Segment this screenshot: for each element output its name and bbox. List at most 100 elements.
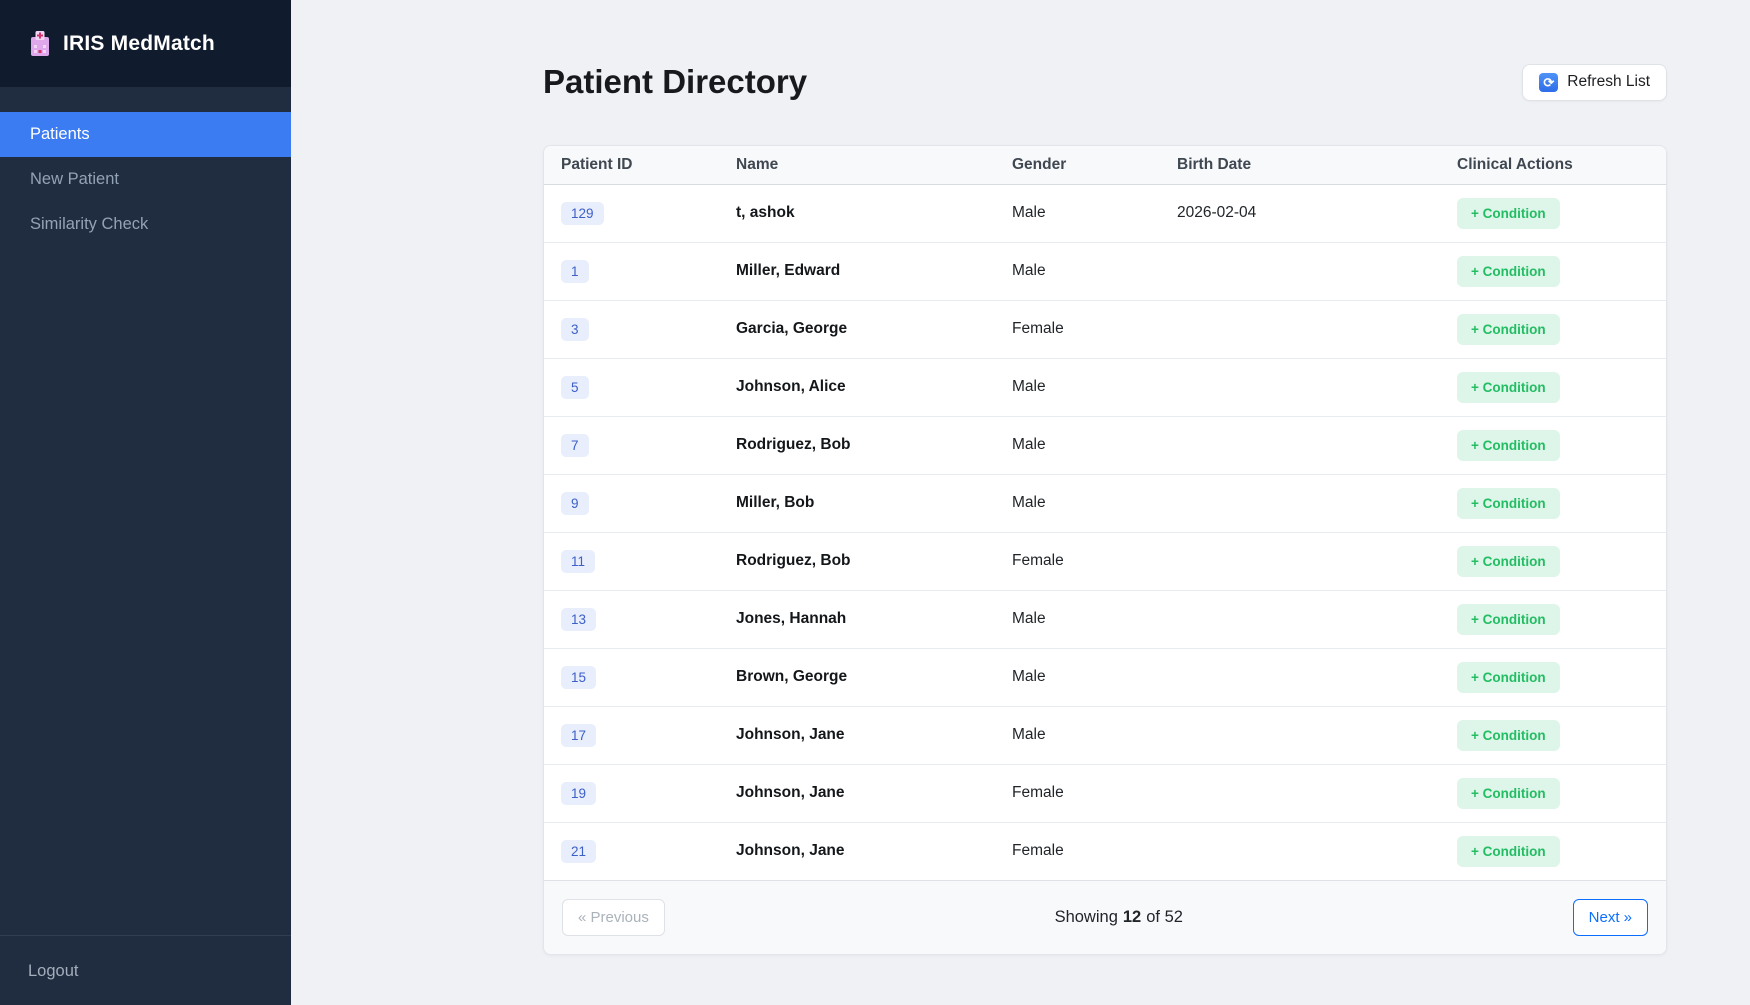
patient-birth-date bbox=[1177, 474, 1457, 532]
patient-table-card: Patient ID Name Gender Birth Date Clinic… bbox=[543, 145, 1667, 955]
sidebar-item-patients[interactable]: Patients bbox=[0, 112, 291, 157]
patient-name: Johnson, Jane bbox=[736, 726, 845, 743]
sidebar-item-similarity-check[interactable]: Similarity Check bbox=[0, 202, 291, 247]
patient-birth-date bbox=[1177, 822, 1457, 880]
patient-gender: Male bbox=[1012, 242, 1177, 300]
patient-name: t, ashok bbox=[736, 204, 795, 221]
sidebar-nav: Patients New Patient Similarity Check bbox=[0, 112, 291, 247]
table-row: 1 Miller, Edward Male + Condition bbox=[544, 242, 1666, 300]
patient-gender: Female bbox=[1012, 764, 1177, 822]
table-row: 11Rodriguez, BobFemale+ Condition bbox=[544, 532, 1666, 590]
table-row: 15Brown, GeorgeMale+ Condition bbox=[544, 648, 1666, 706]
table-row: 19 Johnson, Jane Female + Condition bbox=[544, 764, 1666, 822]
col-birth-date: Birth Date bbox=[1177, 146, 1457, 184]
table-row: 9 Miller, Bob Male + Condition bbox=[544, 474, 1666, 532]
patient-name: Johnson, Jane bbox=[736, 784, 845, 801]
patient-id-badge[interactable]: 11 bbox=[561, 550, 595, 573]
page-header: Patient Directory ⟳ Refresh List bbox=[543, 63, 1667, 101]
patient-gender: Male bbox=[1012, 706, 1177, 764]
hospital-icon bbox=[28, 30, 52, 57]
col-clinical-actions: Clinical Actions bbox=[1457, 146, 1666, 184]
patient-name: Rodriguez, Bob bbox=[736, 436, 851, 453]
add-condition-button[interactable]: + Condition bbox=[1457, 488, 1560, 519]
patient-gender: Male bbox=[1012, 416, 1177, 474]
add-condition-button[interactable]: + Condition bbox=[1457, 546, 1560, 577]
sidebar-item-new-patient[interactable]: New Patient bbox=[0, 157, 291, 202]
patient-gender: Male bbox=[1012, 590, 1177, 648]
table-row: 129 t, ashok Male2026-02-04+ Condition bbox=[544, 184, 1666, 242]
sidebar: IRIS MedMatch Patients New Patient Simil… bbox=[0, 0, 291, 1005]
patient-id-badge[interactable]: 13 bbox=[561, 608, 596, 631]
add-condition-button[interactable]: + Condition bbox=[1457, 198, 1560, 229]
logout-link[interactable]: Logout bbox=[28, 962, 78, 980]
add-condition-button[interactable]: + Condition bbox=[1457, 604, 1560, 635]
patient-birth-date bbox=[1177, 416, 1457, 474]
patient-id-badge[interactable]: 5 bbox=[561, 376, 589, 399]
patient-name: Jones, Hannah bbox=[736, 610, 846, 627]
add-condition-button[interactable]: + Condition bbox=[1457, 430, 1560, 461]
patient-name: Miller, Bob bbox=[736, 494, 814, 511]
patient-table: Patient ID Name Gender Birth Date Clinic… bbox=[544, 146, 1666, 880]
patient-id-badge[interactable]: 129 bbox=[561, 202, 604, 225]
patient-gender: Female bbox=[1012, 532, 1177, 590]
add-condition-button[interactable]: + Condition bbox=[1457, 720, 1560, 751]
add-condition-button[interactable]: + Condition bbox=[1457, 256, 1560, 287]
next-page-button[interactable]: Next » bbox=[1573, 899, 1648, 936]
patient-birth-date bbox=[1177, 706, 1457, 764]
patient-gender: Male bbox=[1012, 648, 1177, 706]
patient-birth-date bbox=[1177, 358, 1457, 416]
page-title: Patient Directory bbox=[543, 63, 807, 101]
patient-name: Garcia, George bbox=[736, 320, 847, 337]
col-name: Name bbox=[736, 146, 1012, 184]
patient-gender: Female bbox=[1012, 822, 1177, 880]
patient-name: Miller, Edward bbox=[736, 262, 840, 279]
patient-id-badge[interactable]: 15 bbox=[561, 666, 596, 689]
patient-birth-date bbox=[1177, 300, 1457, 358]
refresh-list-button[interactable]: ⟳ Refresh List bbox=[1522, 64, 1667, 101]
add-condition-button[interactable]: + Condition bbox=[1457, 372, 1560, 403]
table-row: 7 Rodriguez, Bob Male + Condition bbox=[544, 416, 1666, 474]
pagination-bar: « Previous Showing 12 of 52 Next » bbox=[544, 880, 1666, 954]
patient-name: Johnson, Jane bbox=[736, 842, 845, 859]
table-row: 3 Garcia, George Female + Condition bbox=[544, 300, 1666, 358]
patient-gender: Female bbox=[1012, 300, 1177, 358]
table-row: 13 Jones, Hannah Male + Condition bbox=[544, 590, 1666, 648]
patient-gender: Male bbox=[1012, 184, 1177, 242]
patient-id-badge[interactable]: 19 bbox=[561, 782, 596, 805]
previous-page-button[interactable]: « Previous bbox=[562, 899, 665, 936]
showing-prefix: Showing bbox=[1055, 908, 1118, 927]
app-window: IRIS MedMatch Patients New Patient Simil… bbox=[0, 0, 1750, 1005]
add-condition-button[interactable]: + Condition bbox=[1457, 314, 1560, 345]
patient-birth-date bbox=[1177, 242, 1457, 300]
patient-id-badge[interactable]: 9 bbox=[561, 492, 589, 515]
col-patient-id: Patient ID bbox=[544, 146, 736, 184]
showing-text: Showing 12 of 52 bbox=[665, 908, 1573, 927]
table-header-row: Patient ID Name Gender Birth Date Clinic… bbox=[544, 146, 1666, 184]
patient-gender: Male bbox=[1012, 358, 1177, 416]
add-condition-button[interactable]: + Condition bbox=[1457, 662, 1560, 693]
col-gender: Gender bbox=[1012, 146, 1177, 184]
sidebar-footer: Logout bbox=[0, 935, 291, 1005]
patient-id-badge[interactable]: 17 bbox=[561, 724, 596, 747]
patient-id-badge[interactable]: 21 bbox=[561, 840, 596, 863]
add-condition-button[interactable]: + Condition bbox=[1457, 836, 1560, 867]
patient-birth-date bbox=[1177, 764, 1457, 822]
patient-birth-date bbox=[1177, 590, 1457, 648]
add-condition-button[interactable]: + Condition bbox=[1457, 778, 1560, 809]
patient-birth-date: 2026-02-04 bbox=[1177, 184, 1457, 242]
main-content: Patient Directory ⟳ Refresh List Patient… bbox=[291, 0, 1750, 1005]
patient-id-badge[interactable]: 3 bbox=[561, 318, 589, 341]
patient-birth-date bbox=[1177, 532, 1457, 590]
patient-birth-date bbox=[1177, 648, 1457, 706]
patient-id-badge[interactable]: 7 bbox=[561, 434, 589, 457]
brand: IRIS MedMatch bbox=[0, 0, 291, 87]
brand-title: IRIS MedMatch bbox=[63, 32, 215, 56]
refresh-icon: ⟳ bbox=[1539, 73, 1558, 92]
patient-name: Johnson, Alice bbox=[736, 378, 846, 395]
refresh-list-label: Refresh List bbox=[1567, 73, 1650, 91]
table-row: 21 Johnson, Jane Female + Condition bbox=[544, 822, 1666, 880]
patient-id-badge[interactable]: 1 bbox=[561, 260, 589, 283]
patient-table-body: 129t, ashokMale2026-02-04+ Condition1Mil… bbox=[544, 184, 1666, 880]
patient-gender: Male bbox=[1012, 474, 1177, 532]
table-row: 17 Johnson, Jane Male + Condition bbox=[544, 706, 1666, 764]
